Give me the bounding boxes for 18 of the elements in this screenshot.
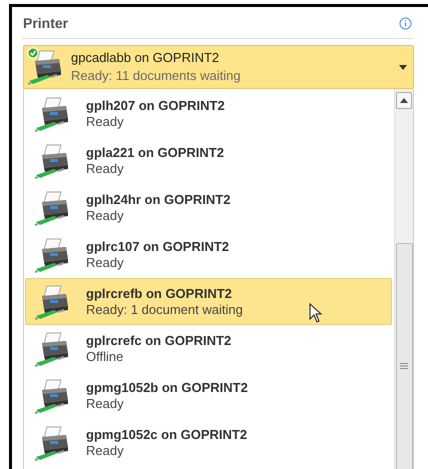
grip-icon <box>400 362 408 368</box>
scroll-thumb[interactable] <box>396 243 412 469</box>
printer-item[interactable]: gplrcrefb on GOPRINT2 Ready: 1 document waiting <box>25 278 392 325</box>
printer-item[interactable]: gplrc107 on GOPRINT2 Ready <box>25 231 392 278</box>
printer-item[interactable]: gpla221 on GOPRINT2 Ready <box>25 137 392 184</box>
scrollbar[interactable] <box>394 89 413 469</box>
up-arrow-icon <box>400 98 408 103</box>
mouse-cursor-icon <box>309 303 323 323</box>
scroll-up-button[interactable] <box>396 92 412 109</box>
info-icon[interactable] <box>399 17 412 30</box>
section-title: Printer <box>23 14 68 33</box>
printer-dropdown[interactable]: gpcadlabb on GOPRINT2 Ready: 11 documents waiting <box>23 45 414 89</box>
printer-item[interactable]: gplh207 on GOPRINT2 Ready <box>25 90 392 137</box>
printer-item[interactable]: gplrcrefc on GOPRINT2 Offline <box>25 325 392 372</box>
printer-item[interactable]: gpmg1052b on GOPRINT2 Ready <box>25 372 392 419</box>
printer-item[interactable]: gpmg1052c on GOPRINT2 Ready <box>25 419 392 466</box>
printer-item[interactable]: gplh24hr on GOPRINT2 Ready <box>25 184 392 231</box>
dropdown-caret-icon <box>399 64 407 70</box>
